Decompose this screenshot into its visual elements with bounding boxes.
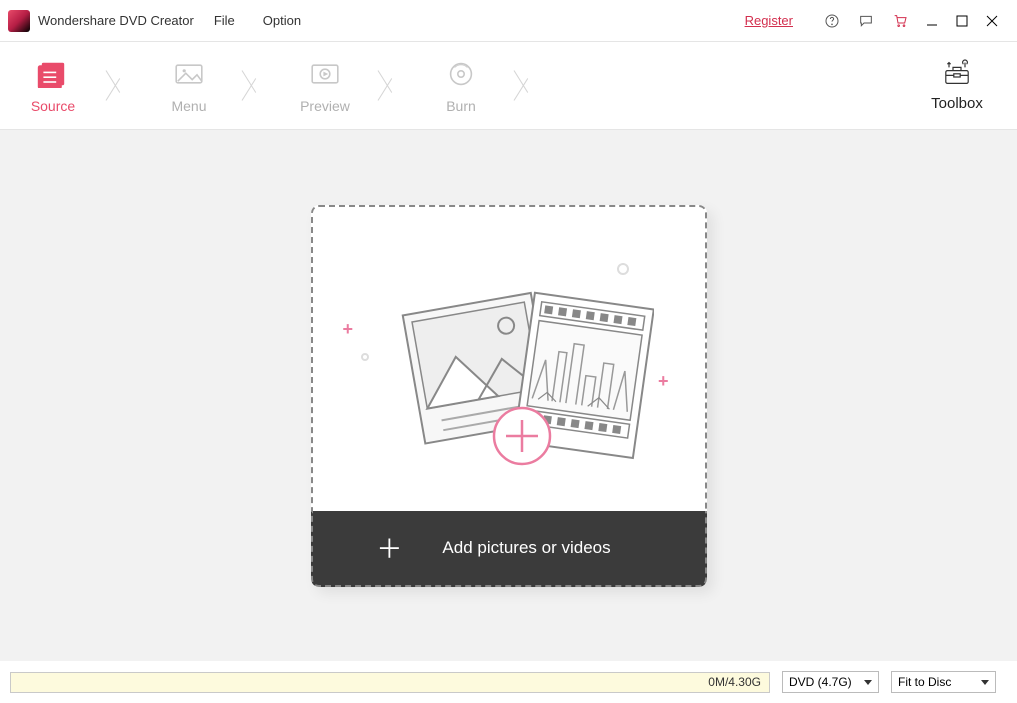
add-media-button[interactable]: ＋ Add pictures or videos	[311, 511, 707, 587]
burn-icon	[445, 58, 477, 90]
maximize-button[interactable]	[953, 12, 971, 30]
capacity-bar: 0M/4.30G	[10, 672, 770, 693]
disc-type-value: DVD (4.7G)	[789, 675, 852, 689]
app-title: Wondershare DVD Creator	[38, 13, 194, 28]
cart-icon[interactable]	[891, 12, 909, 30]
help-icon[interactable]	[823, 12, 841, 30]
add-media-label: Add pictures or videos	[442, 538, 610, 558]
menu-file[interactable]: File	[214, 13, 235, 28]
decor-plus-icon: +	[658, 371, 669, 392]
step-menu[interactable]: Menu	[136, 42, 242, 129]
decor-circle-icon	[361, 353, 369, 361]
step-arrow	[378, 42, 408, 129]
fit-mode-select[interactable]: Fit to Disc	[891, 671, 996, 693]
toolbox-label: Toolbox	[931, 95, 983, 112]
step-arrow	[106, 42, 136, 129]
decor-plus-icon: +	[343, 319, 354, 340]
menu-option[interactable]: Option	[263, 13, 301, 28]
decor-circle-icon	[617, 263, 629, 275]
media-illustration	[364, 244, 654, 474]
close-button[interactable]	[983, 12, 1001, 30]
feedback-icon[interactable]	[857, 12, 875, 30]
titlebar: Wondershare DVD Creator File Option Regi…	[0, 0, 1017, 42]
step-label: Preview	[300, 98, 350, 114]
step-label: Source	[31, 98, 75, 114]
app-logo	[8, 10, 30, 32]
menu-icon	[173, 58, 205, 90]
dropzone-illustration: + +	[311, 205, 707, 511]
toolbox-icon	[941, 59, 973, 87]
steps-nav: Source Menu Preview Burn Toolbox	[0, 42, 1017, 130]
step-source[interactable]: Source	[0, 42, 106, 129]
step-preview[interactable]: Preview	[272, 42, 378, 129]
step-arrow	[514, 42, 544, 129]
disc-type-select[interactable]: DVD (4.7G)	[782, 671, 879, 693]
step-arrow	[242, 42, 272, 129]
fit-mode-value: Fit to Disc	[898, 675, 951, 689]
bottom-bar: 0M/4.30G DVD (4.7G) Fit to Disc	[0, 661, 1017, 703]
step-label: Menu	[171, 98, 206, 114]
step-burn[interactable]: Burn	[408, 42, 514, 129]
plus-icon: ＋	[376, 529, 402, 566]
toolbox-button[interactable]: Toolbox	[897, 42, 1017, 129]
capacity-text: 0M/4.30G	[708, 675, 761, 689]
minimize-button[interactable]	[923, 12, 941, 30]
preview-icon	[309, 58, 341, 90]
main-area: + +	[0, 130, 1017, 661]
step-label: Burn	[446, 98, 476, 114]
source-icon	[37, 58, 69, 90]
dropzone[interactable]: + +	[311, 205, 707, 587]
register-link[interactable]: Register	[745, 13, 793, 28]
